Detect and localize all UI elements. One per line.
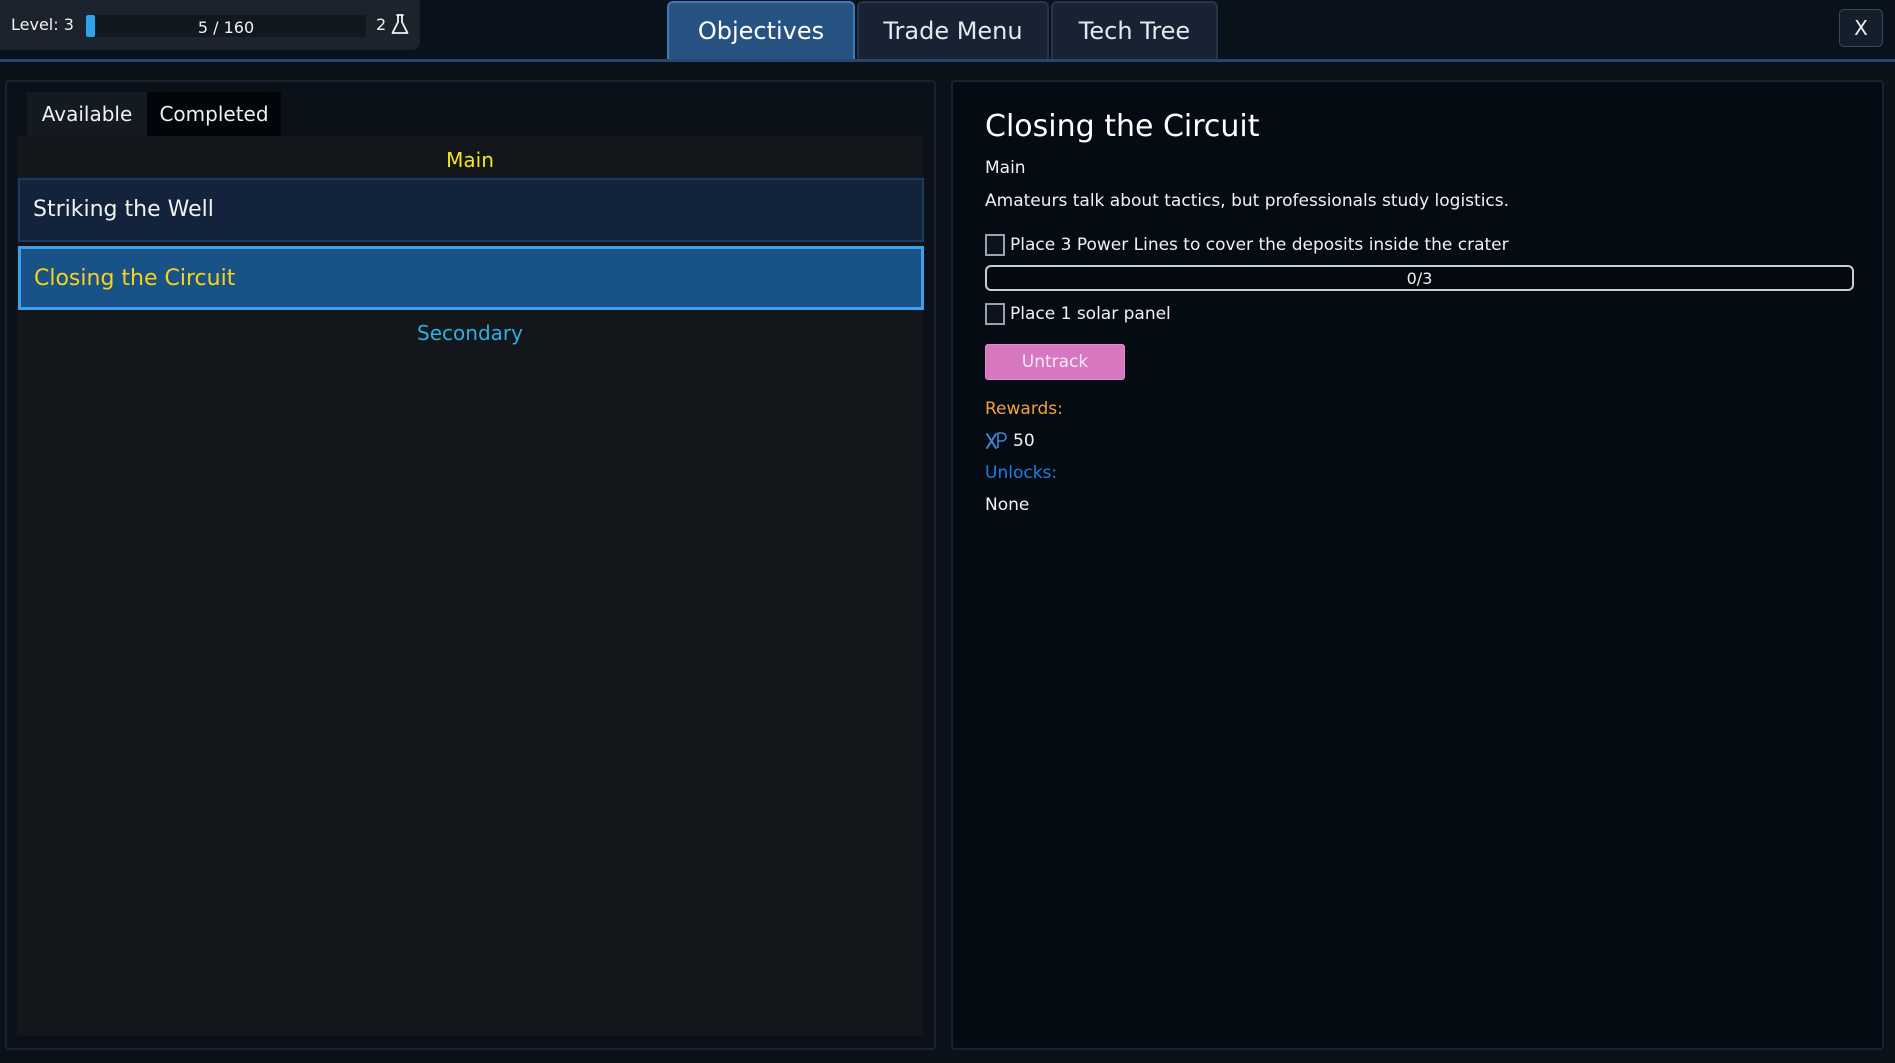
objective-category: Main [985,158,1026,178]
task-checkbox-power-lines[interactable] [985,234,1005,256]
tab-tech-tree[interactable]: Tech Tree [1051,1,1218,59]
xp-progress-text: 5 / 160 [197,18,255,37]
top-bar: Level: 3 5 / 160 2 Objectives Trade Menu… [0,0,1895,62]
unlocks-value: None [985,495,1030,515]
xp-icon [986,432,1007,449]
task-checkbox-solar-panel[interactable] [985,303,1005,325]
task-progress-text: 0/3 [1406,269,1433,288]
objectives-list[interactable]: Main Striking the Well Closing the Circu… [17,136,924,1036]
main-section-heading: Main [446,148,494,172]
task-text-solar-panel: Place 1 solar panel [1010,304,1171,324]
objective-detail-panel: Closing the Circuit Main Amateurs talk a… [951,80,1884,1050]
objective-description: Amateurs talk about tactics, but profess… [985,191,1510,211]
objective-item-closing-the-circuit[interactable]: Closing the Circuit [18,246,924,310]
tab-completed[interactable]: Completed [147,92,281,136]
reward-xp-value: 50 [1013,431,1035,451]
tab-available[interactable]: Available [27,92,147,136]
rewards-label: Rewards: [985,399,1063,419]
objectives-list-panel: Available Completed Main Striking the We… [5,80,936,1050]
level-label: Level: 3 [11,15,74,34]
task-progress-bar: 0/3 [985,265,1854,291]
objective-item-striking-the-well[interactable]: Striking the Well [18,178,924,242]
close-button[interactable]: X [1839,9,1883,47]
unlocks-label: Unlocks: [985,463,1058,483]
research-points-count: 2 [376,15,387,34]
untrack-button[interactable]: Untrack [985,344,1125,380]
xp-progress-bar: 5 / 160 [86,15,366,37]
objective-title: Closing the Circuit [985,109,1260,144]
level-widget: Level: 3 5 / 160 2 [0,0,420,50]
objectives-screen: Level: 3 5 / 160 2 Objectives Trade Menu… [0,0,1895,1063]
secondary-section-heading: Secondary [417,321,523,345]
tab-objectives[interactable]: Objectives [667,1,855,59]
task-text-power-lines: Place 3 Power Lines to cover the deposit… [1010,235,1509,255]
flask-icon [391,14,409,34]
tab-trade-menu[interactable]: Trade Menu [857,1,1049,59]
